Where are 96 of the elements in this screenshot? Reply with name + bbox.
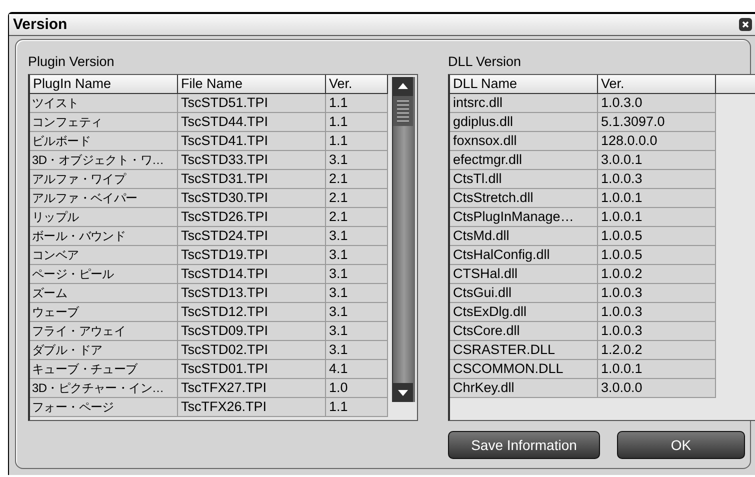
table-cell: TscSTD09.TPI	[178, 322, 326, 341]
table-cell: 1.0.0.1	[598, 189, 716, 208]
table-cell: 3.1	[326, 265, 388, 284]
table-cell: 3.1	[326, 322, 388, 341]
table-cell: CtsTl.dll	[450, 170, 598, 189]
table-cell: TscSTD24.TPI	[178, 227, 326, 246]
table-cell: 3.0.0.0	[598, 379, 716, 398]
table-cell: 3.0.0.1	[598, 151, 716, 170]
table-cell: ChrKey.dll	[450, 379, 598, 398]
table-cell: リップル	[30, 208, 178, 227]
column-header[interactable]: File Name	[178, 75, 326, 94]
table-cell: ボール・バウンド	[30, 227, 178, 246]
table-cell: 1.0.0.3	[598, 303, 716, 322]
table-cell: CtsCore.dll	[450, 322, 598, 341]
table-cell: コンフェティ	[30, 113, 178, 132]
table-cell: ページ・ピール	[30, 265, 178, 284]
table-cell: TscSTD41.TPI	[178, 132, 326, 151]
table-cell: 1.1	[326, 94, 388, 113]
column-header[interactable]: Ver.	[598, 75, 716, 94]
table-cell: TscSTD14.TPI	[178, 265, 326, 284]
table-cell: 1.0.0.3	[598, 322, 716, 341]
table-cell: CTSHal.dll	[450, 265, 598, 284]
table-cell: 1.1	[326, 132, 388, 151]
table-cell: フォー・ページ	[30, 398, 178, 417]
table-cell: 3D・オブジェクト・ワ…	[30, 151, 178, 170]
table-cell: TscTFX26.TPI	[178, 398, 326, 417]
table-cell: 3.1	[326, 284, 388, 303]
table-cell: 1.0.0.5	[598, 246, 716, 265]
section-label: DLL Version	[448, 54, 522, 71]
table-cell: TscSTD19.TPI	[178, 246, 326, 265]
table-cell: foxnsox.dll	[450, 132, 598, 151]
table-cell: 3.1	[326, 303, 388, 322]
table-cell: TscSTD44.TPI	[178, 113, 326, 132]
table-cell: フライ・アウェイ	[30, 322, 178, 341]
table-cell: 128.0.0.0	[598, 132, 716, 151]
table-cell: 5.1.3097.0	[598, 113, 716, 132]
table-cell: intsrc.dll	[450, 94, 598, 113]
table-cell: 1.1	[326, 113, 388, 132]
column-header	[716, 75, 755, 94]
table-cell: TscSTD01.TPI	[178, 360, 326, 379]
close-icon[interactable]	[739, 18, 752, 31]
table-cell: コンベア	[30, 246, 178, 265]
table-cell: キューブ・チューブ	[30, 360, 178, 379]
scrollbar[interactable]	[392, 77, 415, 402]
column-header[interactable]: Ver.	[326, 75, 388, 94]
table-cell: ダブル・ドア	[30, 341, 178, 360]
table-cell: ウェーブ	[30, 303, 178, 322]
table-cell: gdiplus.dll	[450, 113, 598, 132]
save-button[interactable]: Save Information	[448, 431, 600, 459]
table-cell: 2.1	[326, 170, 388, 189]
table-cell: 3.1	[326, 151, 388, 170]
table-cell: 3.1	[326, 341, 388, 360]
table-cell: アルファ・ワイプ	[30, 170, 178, 189]
column-header[interactable]: PlugIn Name	[30, 75, 178, 94]
column-header[interactable]: DLL Name	[450, 75, 598, 94]
table-cell: TscSTD33.TPI	[178, 151, 326, 170]
table-cell: CtsStretch.dll	[450, 189, 598, 208]
table-cell: TscSTD13.TPI	[178, 284, 326, 303]
table-cell: 4.1	[326, 360, 388, 379]
table-cell: 2.1	[326, 189, 388, 208]
table-cell: 1.1	[326, 398, 388, 417]
table-cell: 3D・ピクチャー・イン…	[30, 379, 178, 398]
table-cell: 1.0	[326, 379, 388, 398]
table-cell: CtsGui.dll	[450, 284, 598, 303]
table-cell: TscTFX27.TPI	[178, 379, 326, 398]
table-cell: 1.0.0.3	[598, 284, 716, 303]
table-cell: CtsExDlg.dll	[450, 303, 598, 322]
table-cell: ズーム	[30, 284, 178, 303]
table-cell: 1.0.0.1	[598, 360, 716, 379]
table-cell: 1.0.0.5	[598, 227, 716, 246]
table-cell: CSRASTER.DLL	[450, 341, 598, 360]
table-cell: 1.0.0.3	[598, 170, 716, 189]
table-cell: 3.1	[326, 246, 388, 265]
table-cell: CSCOMMON.DLL	[450, 360, 598, 379]
table-cell: 1.0.0.2	[598, 265, 716, 284]
table-cell: TscSTD51.TPI	[178, 94, 326, 113]
table-cell: TscSTD30.TPI	[178, 189, 326, 208]
table-cell: 1.2.0.2	[598, 341, 716, 360]
table-cell: 3.1	[326, 227, 388, 246]
table-cell: TscSTD26.TPI	[178, 208, 326, 227]
window-title: Version	[13, 16, 68, 33]
table-cell: efectmgr.dll	[450, 151, 598, 170]
table-cell: アルファ・ベイパー	[30, 189, 178, 208]
table-cell: TscSTD31.TPI	[178, 170, 326, 189]
table-cell: ツイスト	[30, 94, 178, 113]
table-cell: 1.0.0.1	[598, 208, 716, 227]
table-cell: ビルボード	[30, 132, 178, 151]
table-cell: 2.1	[326, 208, 388, 227]
table-cell: TscSTD02.TPI	[178, 341, 326, 360]
ok-button[interactable]: OK	[617, 431, 745, 459]
table-cell: CtsPlugInManage…	[450, 208, 598, 227]
table-cell: CtsHalConfig.dll	[450, 246, 598, 265]
section-label: Plugin Version	[28, 54, 116, 71]
table-cell: TscSTD12.TPI	[178, 303, 326, 322]
table-cell: 1.0.3.0	[598, 94, 716, 113]
table-cell: CtsMd.dll	[450, 227, 598, 246]
